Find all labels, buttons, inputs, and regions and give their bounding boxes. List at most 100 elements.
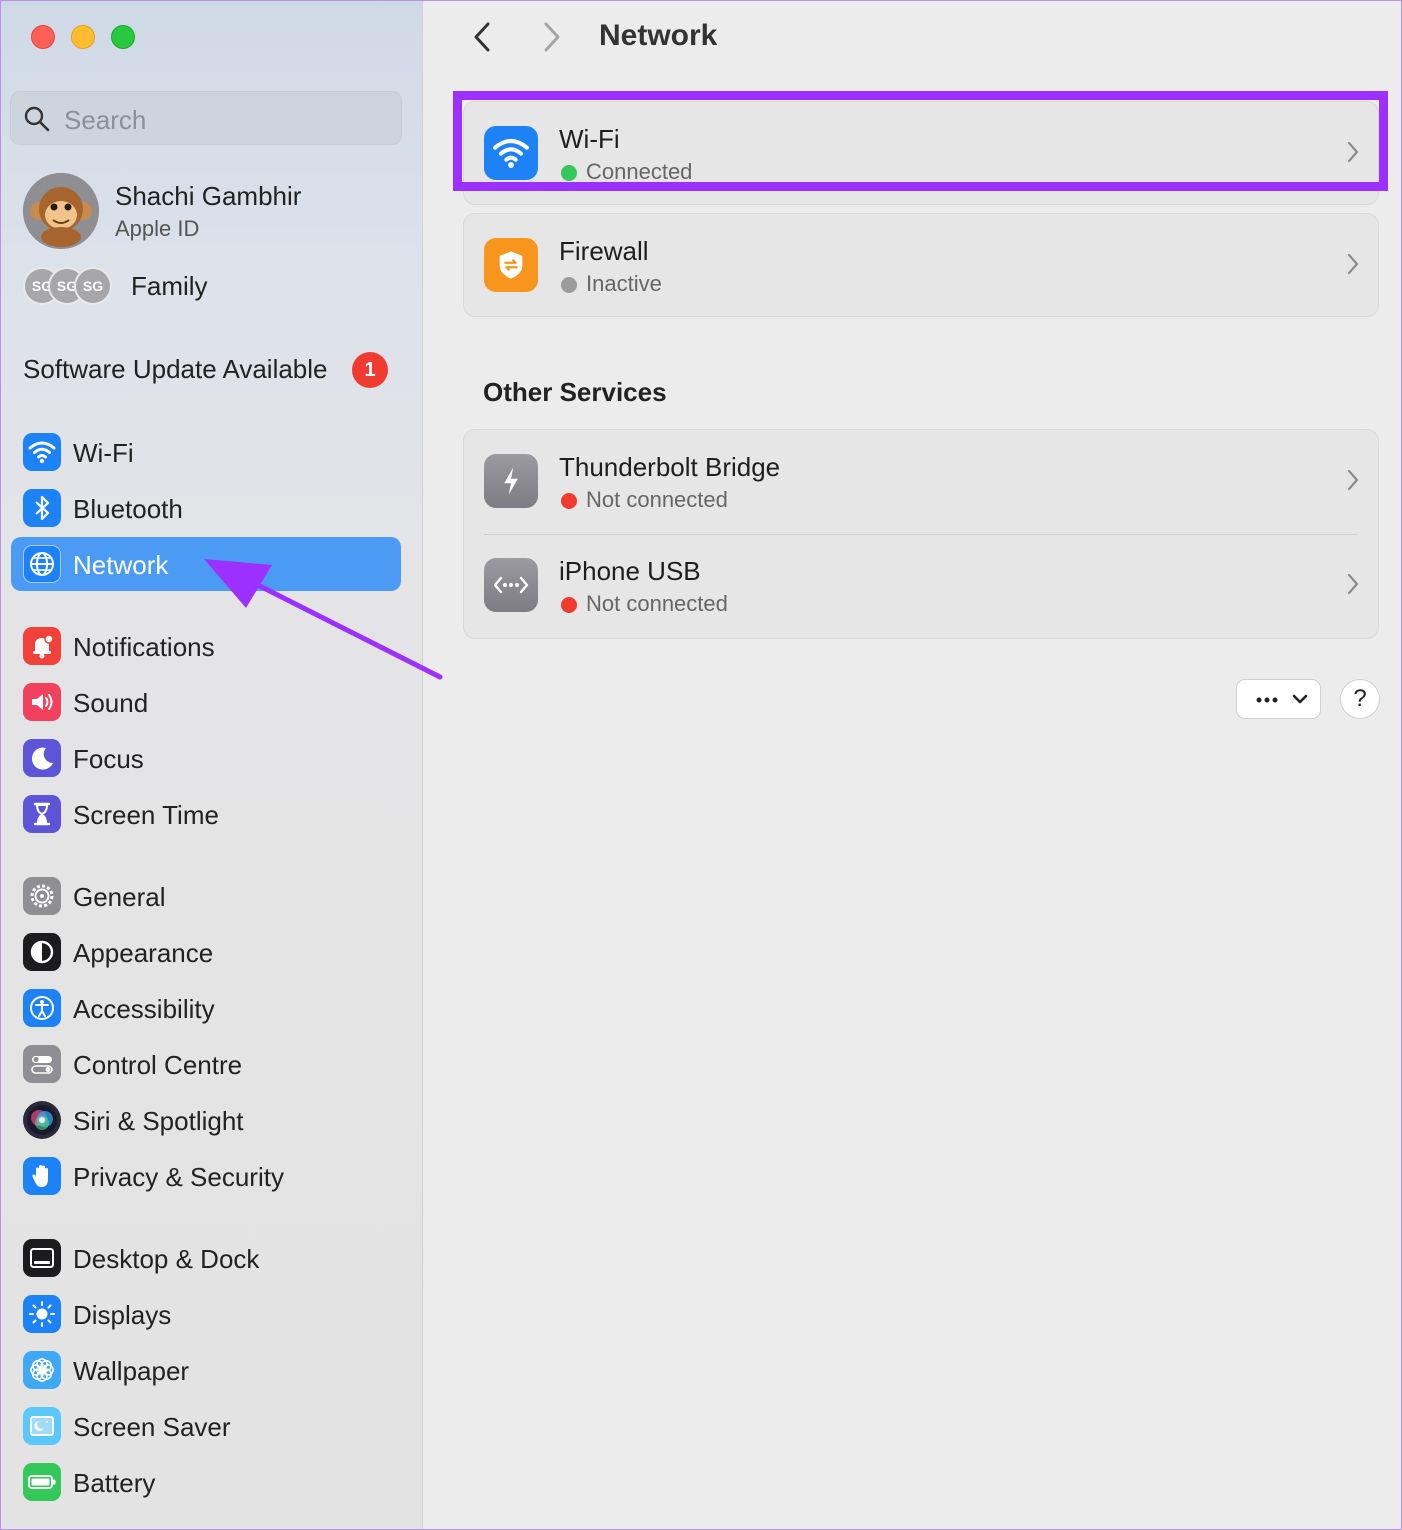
sidebar-item-label: Control Centre <box>73 1050 243 1080</box>
row-title: Firewall <box>559 236 649 266</box>
firewall-row[interactable]: Firewall Inactive <box>464 214 1378 318</box>
sidebar-item-appearance[interactable]: Appearance <box>11 925 401 979</box>
sidebar-item-wallpaper[interactable]: Wallpaper <box>11 1343 401 1397</box>
section-title: Other Services <box>483 377 667 407</box>
sidebar-item-label: Wallpaper <box>73 1356 190 1386</box>
profile-name[interactable]: Shachi Gambhir <box>115 181 301 212</box>
chevron-right-icon <box>1347 469 1359 491</box>
sidebar-item-label: Network <box>73 550 169 580</box>
search-input[interactable]: Search <box>10 91 402 145</box>
sidebar-item-general[interactable]: General <box>11 869 401 923</box>
zoom-button[interactable] <box>111 25 135 49</box>
sidebar-item-label: Sound <box>73 688 149 718</box>
help-button[interactable]: ? <box>1340 679 1380 719</box>
main-pane: Network Wi-Fi Connected Firewall Inactiv… <box>423 1 1401 1529</box>
sidebar-item-focus[interactable]: Focus <box>11 731 401 785</box>
back-button[interactable] <box>467 19 497 55</box>
toggles-icon <box>23 1045 61 1083</box>
appearance-icon <box>23 933 61 971</box>
update-count-badge: 1 <box>352 352 388 388</box>
sidebar-item-label: Screen Saver <box>73 1412 231 1442</box>
sidebar-item-siri-spotlight[interactable]: Siri & Spotlight <box>11 1093 401 1147</box>
sidebar-item-screen-time[interactable]: Screen Time <box>11 787 401 841</box>
sidebar-item-wifi[interactable]: Wi-Fi <box>11 425 401 479</box>
sidebar-item-label: Wi-Fi <box>73 438 134 468</box>
usb-dots-icon <box>484 558 538 612</box>
sidebar-item-displays[interactable]: Displays <box>11 1287 401 1341</box>
system-settings-window: Search Shachi Gambhir Apple ID SG SG SG … <box>0 0 1402 1530</box>
siri-icon <box>23 1101 61 1139</box>
sidebar-item-desktop-dock[interactable]: Desktop & Dock <box>11 1231 401 1285</box>
thunderbolt-bridge-row[interactable]: Thunderbolt Bridge Not connected <box>464 430 1378 534</box>
sidebar-item-network[interactable]: Network <box>11 537 401 591</box>
screensaver-icon <box>23 1407 61 1445</box>
sidebar-item-control-centre[interactable]: Control Centre <box>11 1037 401 1091</box>
bluetooth-icon <box>23 489 61 527</box>
bell-icon <box>23 627 61 665</box>
status-dot <box>561 165 577 181</box>
forward-button[interactable] <box>537 19 567 55</box>
wifi-row[interactable]: Wi-Fi Connected <box>464 102 1378 206</box>
chevron-right-icon <box>1347 253 1359 275</box>
profile-subtitle: Apple ID <box>115 216 200 241</box>
sidebar-item-privacy-security[interactable]: Privacy & Security <box>11 1149 401 1203</box>
row-title: Thunderbolt Bridge <box>559 452 781 482</box>
search-icon <box>24 106 50 132</box>
status-dot <box>561 597 577 613</box>
sidebar-item-battery[interactable]: Battery <box>11 1455 401 1509</box>
sidebar-item-label: Accessibility <box>73 994 215 1024</box>
avatar[interactable] <box>23 173 99 249</box>
flower-icon <box>23 1351 61 1389</box>
sidebar-item-label: Bluetooth <box>73 494 183 524</box>
chevron-right-icon <box>544 22 560 52</box>
row-status: Connected <box>586 159 693 184</box>
page-title: Network <box>599 19 718 52</box>
sun-icon <box>23 1295 61 1333</box>
sidebar-item-label: Privacy & Security <box>73 1162 284 1192</box>
family-link[interactable]: Family <box>131 271 208 302</box>
gear-icon <box>23 877 61 915</box>
more-options-button[interactable] <box>1236 679 1321 719</box>
sidebar-item-accessibility[interactable]: Accessibility <box>11 981 401 1035</box>
sidebar-item-label: Desktop & Dock <box>73 1244 260 1274</box>
sidebar-item-label: Screen Time <box>73 800 219 830</box>
hourglass-icon <box>23 795 61 833</box>
sidebar-item-label: Battery <box>73 1468 156 1498</box>
sidebar-item-label: Siri & Spotlight <box>73 1106 244 1136</box>
firewall-card: Firewall Inactive <box>463 213 1379 317</box>
monkey-avatar-icon <box>23 173 99 249</box>
family-avatar: SG <box>74 267 112 305</box>
software-update-link[interactable]: Software Update Available <box>23 354 328 385</box>
wifi-card: Wi-Fi Connected <box>463 101 1379 205</box>
accessibility-icon <box>23 989 61 1027</box>
shield-icon <box>484 238 538 292</box>
wifi-icon <box>484 126 538 180</box>
minimize-button[interactable] <box>71 25 95 49</box>
wifi-icon <box>23 433 61 471</box>
sidebar-item-label: General <box>73 882 166 912</box>
close-button[interactable] <box>31 25 55 49</box>
sidebar: Search Shachi Gambhir Apple ID SG SG SG … <box>1 1 423 1529</box>
hand-icon <box>23 1157 61 1195</box>
status-dot <box>561 277 577 293</box>
chevron-right-icon <box>1347 573 1359 595</box>
sidebar-item-notifications[interactable]: Notifications <box>11 619 401 673</box>
status-dot <box>561 493 577 509</box>
globe-icon <box>23 545 61 583</box>
more-options-icon <box>1256 694 1308 704</box>
row-status: Not connected <box>586 487 728 512</box>
dock-icon <box>23 1239 61 1277</box>
sidebar-item-screen-saver[interactable]: Screen Saver <box>11 1399 401 1453</box>
chevron-left-icon <box>474 22 490 52</box>
chevron-right-icon <box>1347 141 1359 163</box>
row-title: Wi-Fi <box>559 124 620 154</box>
search-placeholder: Search <box>64 105 147 135</box>
thunderbolt-icon <box>484 454 538 508</box>
sidebar-item-bluetooth[interactable]: Bluetooth <box>11 481 401 535</box>
row-title: iPhone USB <box>559 556 701 586</box>
sidebar-item-sound[interactable]: Sound <box>11 675 401 729</box>
other-services-card: Thunderbolt Bridge Not connected iPhone … <box>463 429 1379 639</box>
iphone-usb-row[interactable]: iPhone USB Not connected <box>464 534 1378 638</box>
battery-icon <box>23 1463 61 1501</box>
sidebar-item-label: Appearance <box>73 938 214 968</box>
